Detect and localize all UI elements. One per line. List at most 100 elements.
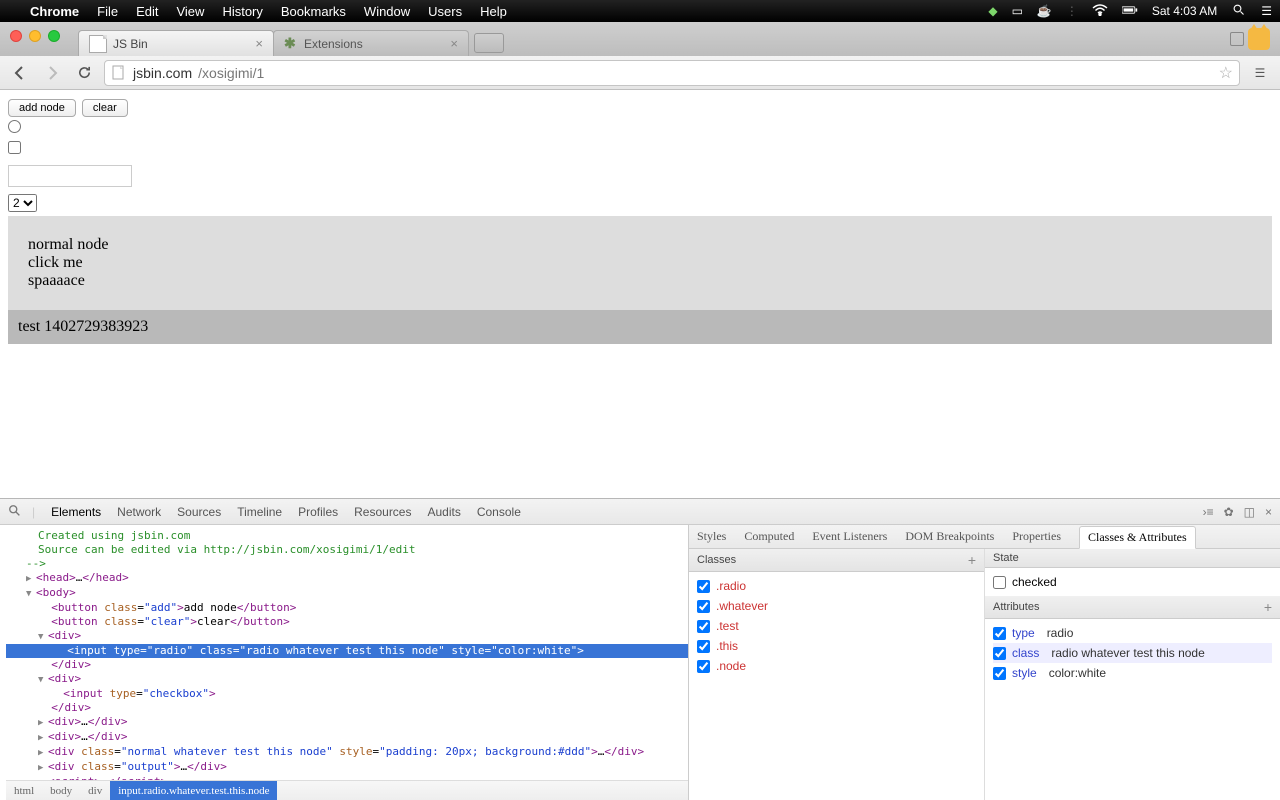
radio-input[interactable] xyxy=(8,120,21,133)
dom-node[interactable]: <div> xyxy=(6,629,688,644)
select-input[interactable]: 2 xyxy=(8,194,37,212)
dom-node-body[interactable]: <body> xyxy=(6,586,688,601)
attr-name[interactable]: class xyxy=(1012,646,1039,660)
devtools-tab-resources[interactable]: Resources xyxy=(354,505,411,519)
tray-clock[interactable]: Sat 4:03 AM xyxy=(1152,4,1217,18)
class-name[interactable]: .radio xyxy=(716,579,746,593)
devtools-tab-elements[interactable]: Elements xyxy=(51,505,101,519)
menu-window[interactable]: Window xyxy=(364,4,410,19)
state-checkbox[interactable] xyxy=(993,576,1006,589)
devtools-tab-console[interactable]: Console xyxy=(477,505,521,519)
class-name[interactable]: .whatever xyxy=(716,599,768,613)
side-tab-event-listeners[interactable]: Event Listeners xyxy=(812,529,887,544)
menu-file[interactable]: File xyxy=(97,4,118,19)
tray-cube-icon[interactable]: ◆ xyxy=(988,4,997,18)
tab-jsbin[interactable]: JS Bin × xyxy=(78,30,274,56)
checkbox-input[interactable] xyxy=(8,141,21,154)
dom-node[interactable]: </div> xyxy=(6,701,688,715)
class-name[interactable]: .node xyxy=(716,659,746,673)
class-checkbox[interactable] xyxy=(697,620,710,633)
side-tab-styles[interactable]: Styles xyxy=(697,529,726,544)
reload-button[interactable] xyxy=(72,61,96,85)
tab-extensions[interactable]: ✱ Extensions × xyxy=(273,30,469,56)
class-checkbox[interactable] xyxy=(697,640,710,653)
side-tab-dom-breakpoints[interactable]: DOM Breakpoints xyxy=(905,529,994,544)
class-name[interactable]: .this xyxy=(716,639,738,653)
normal-line2[interactable]: click me xyxy=(28,254,1252,272)
fullscreen-icon[interactable] xyxy=(1230,32,1244,46)
text-input[interactable] xyxy=(8,165,132,187)
dom-node[interactable]: <div> xyxy=(6,672,688,687)
dom-node[interactable]: <div class="output">…</div> xyxy=(6,760,688,775)
devtools-tab-sources[interactable]: Sources xyxy=(177,505,221,519)
bookmark-star-icon[interactable]: ☆ xyxy=(1219,63,1233,83)
close-window-icon[interactable] xyxy=(10,30,22,42)
menu-users[interactable]: Users xyxy=(428,4,462,19)
attr-value[interactable]: radio xyxy=(1047,626,1074,640)
dom-node[interactable]: <input type="checkbox"> xyxy=(6,687,688,701)
chrome-menu-button[interactable]: ☰ xyxy=(1248,61,1272,85)
tray-battery-icon[interactable] xyxy=(1122,4,1138,19)
attr-checkbox[interactable] xyxy=(993,667,1006,680)
url-bar[interactable]: jsbin.com/xosigimi/1 ☆ xyxy=(104,60,1240,86)
class-checkbox[interactable] xyxy=(697,580,710,593)
menu-bookmarks[interactable]: Bookmarks xyxy=(281,4,346,19)
tray-wifi-icon[interactable] xyxy=(1092,4,1108,19)
class-name[interactable]: .test xyxy=(716,619,739,633)
elements-panel[interactable]: Created using jsbin.com Source can be ed… xyxy=(0,525,688,800)
breadcrumb-item[interactable]: div xyxy=(80,785,110,797)
tray-terminal-icon[interactable]: ▭ xyxy=(1012,4,1023,18)
menu-edit[interactable]: Edit xyxy=(136,4,158,19)
elements-breadcrumb[interactable]: html body div input.radio.whatever.test.… xyxy=(6,780,688,800)
side-tab-properties[interactable]: Properties xyxy=(1012,529,1061,544)
inspect-icon[interactable] xyxy=(8,504,24,520)
devtools-tab-audits[interactable]: Audits xyxy=(427,505,460,519)
tab-close-icon[interactable]: × xyxy=(450,36,458,51)
attr-name[interactable]: style xyxy=(1012,666,1037,680)
breadcrumb-item[interactable]: html xyxy=(6,785,42,797)
attr-checkbox[interactable] xyxy=(993,627,1006,640)
minimize-window-icon[interactable] xyxy=(29,30,41,42)
tab-close-icon[interactable]: × xyxy=(255,36,263,51)
cat-extension-icon[interactable] xyxy=(1248,28,1270,50)
forward-button[interactable] xyxy=(40,61,64,85)
side-tab-computed[interactable]: Computed xyxy=(744,529,794,544)
devtools-settings-icon[interactable]: ✿ xyxy=(1224,505,1234,519)
attr-value[interactable]: radio whatever test this node xyxy=(1051,646,1204,660)
new-tab-button[interactable] xyxy=(474,33,504,53)
tray-spotlight-icon[interactable] xyxy=(1231,4,1247,19)
devtools-close-icon[interactable]: × xyxy=(1265,505,1272,519)
side-tab-classes-attributes[interactable]: Classes & Attributes xyxy=(1079,526,1196,549)
tray-menu-icon[interactable]: ☰ xyxy=(1261,4,1272,18)
clear-button[interactable]: clear xyxy=(82,99,128,117)
dom-node[interactable]: <button class="clear">clear</button> xyxy=(6,615,688,629)
menu-help[interactable]: Help xyxy=(480,4,507,19)
zoom-window-icon[interactable] xyxy=(48,30,60,42)
menubar-app[interactable]: Chrome xyxy=(30,4,79,19)
dom-node-selected[interactable]: <input type="radio" class="radio whateve… xyxy=(6,644,688,658)
add-node-button[interactable]: add node xyxy=(8,99,76,117)
dom-node[interactable]: </div> xyxy=(6,658,688,672)
devtools-tab-profiles[interactable]: Profiles xyxy=(298,505,338,519)
dom-node[interactable]: <button class="add">add node</button> xyxy=(6,601,688,615)
add-attr-icon[interactable]: + xyxy=(1264,599,1272,615)
class-checkbox[interactable] xyxy=(697,600,710,613)
tray-cup-icon[interactable]: ☕ xyxy=(1037,4,1052,18)
breadcrumb-item[interactable]: body xyxy=(42,785,80,797)
dom-node[interactable]: <div>…</div> xyxy=(6,730,688,745)
add-class-icon[interactable]: + xyxy=(968,552,976,568)
dom-node-head[interactable]: <head>…</head> xyxy=(6,571,688,586)
breadcrumb-item-selected[interactable]: input.radio.whatever.test.this.node xyxy=(110,781,277,800)
devtools-dock-icon[interactable]: ◫ xyxy=(1244,505,1255,519)
attr-name[interactable]: type xyxy=(1012,626,1035,640)
menu-history[interactable]: History xyxy=(222,4,262,19)
devtools-tab-network[interactable]: Network xyxy=(117,505,161,519)
devtools-drawer-icon[interactable]: ›≡ xyxy=(1203,505,1214,519)
attr-value[interactable]: color:white xyxy=(1049,666,1106,680)
dom-node[interactable]: <div class="normal whatever test this no… xyxy=(6,745,688,760)
back-button[interactable] xyxy=(8,61,32,85)
dom-node[interactable]: <div>…</div> xyxy=(6,715,688,730)
class-checkbox[interactable] xyxy=(697,660,710,673)
attr-checkbox[interactable] xyxy=(993,647,1006,660)
devtools-tab-timeline[interactable]: Timeline xyxy=(237,505,282,519)
